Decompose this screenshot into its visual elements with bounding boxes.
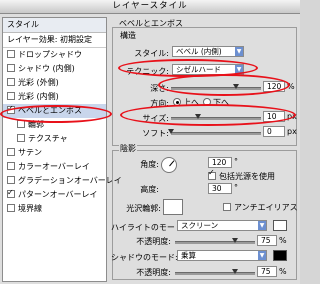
- sidebar-item-label: パターンオーバーレイ: [18, 190, 98, 199]
- soften-unit: px: [287, 127, 297, 136]
- global-light-label: 包括光源を使用: [219, 172, 275, 181]
- shadow-color-swatch[interactable]: [273, 250, 287, 261]
- checkbox-unchecked-icon[interactable]: [223, 203, 231, 211]
- angle-dial-icon[interactable]: [161, 157, 177, 173]
- checkbox-checked-icon[interactable]: [208, 168, 216, 180]
- highlight-color-swatch[interactable]: [273, 220, 287, 231]
- sidebar-blend-options[interactable]: レイヤー効果: 初期設定: [3, 33, 106, 48]
- angle-label: 角度:: [140, 160, 159, 169]
- checkbox-unchecked-icon[interactable]: [7, 92, 15, 100]
- checkbox-unchecked-icon[interactable]: [7, 50, 15, 58]
- chevron-down-icon: ▼: [258, 221, 266, 230]
- checkbox-unchecked-icon[interactable]: [7, 162, 15, 170]
- antialias-option[interactable]: アンチエイリアス: [223, 202, 298, 213]
- highlight-mode-value: スクリーン: [181, 221, 219, 230]
- shadow-opacity-input[interactable]: 75: [257, 266, 277, 277]
- style-select[interactable]: ベベル (内側) ▼: [172, 46, 244, 57]
- shadow-mode-label: シャドウのモード:: [111, 253, 178, 262]
- checkbox-unchecked-icon[interactable]: [17, 134, 25, 142]
- soften-slider-thumb[interactable]: [168, 129, 174, 134]
- style-label: スタイル:: [134, 49, 169, 58]
- sidebar-item-label: ドロップシャドウ: [18, 50, 82, 59]
- soften-input[interactable]: 0: [263, 126, 285, 137]
- sidebar-item[interactable]: テクスチャ: [3, 132, 106, 146]
- highlight-opacity-slider[interactable]: [175, 238, 255, 244]
- checkbox-unchecked-icon[interactable]: [7, 176, 15, 184]
- shadow-mode-select[interactable]: 乗算 ▼: [177, 250, 267, 261]
- shadow-opacity-label: 不透明度:: [136, 268, 171, 277]
- checkbox-unchecked-icon[interactable]: [7, 64, 15, 72]
- layer-style-dialog: レイヤースタイル スタイル レイヤー効果: 初期設定 ドロップシャドウ シャドウ …: [0, 0, 300, 284]
- checkbox-unchecked-icon[interactable]: [7, 148, 15, 156]
- sidebar-item-label: グラデーションオーバーレイ: [18, 176, 122, 185]
- sidebar-item[interactable]: ドロップシャドウ: [3, 48, 106, 62]
- checkbox-checked-icon[interactable]: [7, 186, 15, 200]
- shadow-opacity-thumb[interactable]: [232, 269, 238, 274]
- highlight-mode-select[interactable]: スクリーン ▼: [177, 220, 267, 231]
- soften-label: ソフト:: [142, 129, 169, 138]
- altitude-label: 高度:: [140, 185, 159, 194]
- settings-panel: ベベルとエンボス 構造 スタイル: ベベル (内側) ▼ テクニック: シゼルハ…: [111, 17, 298, 282]
- sidebar-header[interactable]: スタイル: [3, 18, 106, 33]
- antialias-label: アンチエイリアス: [234, 203, 298, 212]
- sidebar-item[interactable]: 光彩 (内側): [3, 90, 106, 104]
- structure-title: 構造: [119, 30, 137, 41]
- chevron-down-icon: ▼: [235, 47, 243, 56]
- sidebar-item-label: テクスチャ: [28, 134, 68, 143]
- shadow-opacity-unit: %: [279, 267, 287, 276]
- altitude-input[interactable]: 30: [208, 183, 232, 194]
- sidebar-item[interactable]: カラーオーバーレイ: [3, 160, 106, 174]
- gloss-contour-icon[interactable]: [163, 199, 183, 215]
- sidebar-item[interactable]: シャドウ (内側): [3, 62, 106, 76]
- highlight-opacity-input[interactable]: 75: [257, 235, 277, 246]
- altitude-unit: °: [234, 183, 238, 192]
- sidebar-item-label: 境界線: [18, 204, 42, 213]
- global-light-option[interactable]: 包括光源を使用: [208, 168, 275, 182]
- sidebar-item-label: シャドウ (内側): [18, 64, 75, 73]
- sidebar-item[interactable]: グラデーションオーバーレイ: [3, 174, 122, 188]
- highlight-opacity-thumb[interactable]: [232, 238, 238, 243]
- chevron-down-icon: ▼: [258, 251, 266, 260]
- sidebar-item-label: カラーオーバーレイ: [18, 162, 90, 171]
- sidebar-item-label: 光彩 (内側): [18, 92, 59, 101]
- sidebar-item[interactable]: 光彩 (外側): [3, 76, 106, 90]
- annotation-depth: [158, 74, 290, 96]
- sidebar-item-label: サテン: [18, 148, 42, 157]
- shading-title: 陰影: [119, 143, 137, 154]
- styles-sidebar: スタイル レイヤー効果: 初期設定 ドロップシャドウ シャドウ (内側) 光彩 (外…: [2, 17, 122, 282]
- sidebar-item[interactable]: パターンオーバーレイ: [3, 186, 106, 202]
- checkbox-unchecked-icon[interactable]: [7, 78, 15, 86]
- annotation-sidebar-bevel: [0, 105, 112, 123]
- shadow-opacity-slider[interactable]: [175, 269, 255, 275]
- sidebar-item[interactable]: サテン: [3, 146, 106, 160]
- soften-slider[interactable]: [168, 129, 261, 135]
- shadow-mode-value: 乗算: [181, 251, 196, 260]
- sidebar-item[interactable]: 境界線: [3, 202, 106, 216]
- style-select-value: ベベル (内側): [176, 47, 222, 56]
- gloss-contour-label: 光沢輪郭:: [126, 204, 161, 213]
- highlight-opacity-label: 不透明度:: [136, 237, 171, 246]
- dialog-title: レイヤースタイル: [0, 0, 300, 14]
- annotation-size: [120, 104, 296, 126]
- checkbox-unchecked-icon[interactable]: [7, 204, 15, 212]
- sidebar-item-label: 光彩 (外側): [18, 78, 59, 87]
- highlight-opacity-unit: %: [279, 236, 287, 245]
- highlight-mode-label: ハイライトのモード:: [111, 223, 186, 232]
- angle-unit: °: [234, 157, 238, 166]
- angle-input[interactable]: 120: [208, 157, 232, 168]
